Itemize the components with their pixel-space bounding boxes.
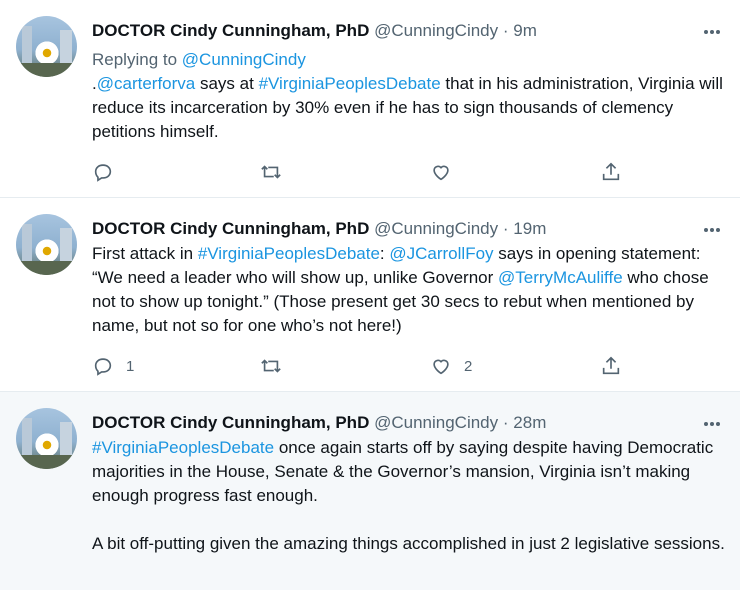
replying-to-label: Replying to — [92, 50, 182, 69]
more-icon[interactable] — [702, 220, 722, 240]
share-button[interactable] — [600, 160, 622, 184]
separator-dot: · — [502, 219, 509, 238]
author-name[interactable]: DOCTOR Cindy Cunningham, PhD — [92, 21, 369, 40]
author-name[interactable]: DOCTOR Cindy Cunningham, PhD — [92, 413, 369, 432]
separator-dot: · — [502, 413, 509, 432]
avatar[interactable] — [16, 16, 77, 77]
more-icon[interactable] — [702, 22, 722, 42]
timestamp[interactable]: 9m — [513, 21, 537, 40]
like-icon — [433, 165, 449, 181]
like-button[interactable]: 2 — [430, 354, 472, 378]
like-button[interactable] — [430, 160, 464, 184]
hashtag-link[interactable]: #VirginiaPeoplesDebate — [92, 438, 274, 457]
reply-button[interactable]: 1 — [92, 354, 134, 378]
tweet-actions: 1 2 — [92, 354, 632, 378]
timestamp[interactable]: 28m — [513, 413, 546, 432]
paragraph: A bit off-putting given the amazing thin… — [92, 534, 725, 553]
tweet-text: #VirginiaPeoplesDebate once again starts… — [92, 436, 732, 556]
reply-button[interactable] — [92, 160, 126, 184]
text-segment: : — [379, 244, 390, 263]
more-icon[interactable] — [702, 414, 722, 434]
text-segment: says at — [195, 74, 259, 93]
tweet-text: Replying to @CunningCindy .@carterforva … — [92, 48, 732, 144]
tweet-header: DOCTOR Cindy Cunningham, PhD @CunningCin… — [92, 20, 710, 42]
like-count: 2 — [464, 357, 473, 375]
share-button[interactable] — [600, 354, 622, 378]
reply-icon — [94, 164, 112, 182]
share-icon — [602, 162, 620, 181]
retweet-icon — [261, 359, 281, 373]
retweet-button[interactable] — [260, 160, 294, 184]
author-handle[interactable]: @CunningCindy — [374, 219, 498, 238]
author-name[interactable]: DOCTOR Cindy Cunningham, PhD — [92, 219, 369, 238]
author-handle[interactable]: @CunningCindy — [374, 413, 498, 432]
mention-link[interactable]: @carterforva — [97, 74, 196, 93]
separator-dot: · — [502, 21, 509, 40]
tweet-header: DOCTOR Cindy Cunningham, PhD @CunningCin… — [92, 412, 710, 434]
tweet[interactable]: DOCTOR Cindy Cunningham, PhD @CunningCin… — [0, 392, 740, 590]
avatar[interactable] — [16, 408, 77, 469]
replying-to: Replying to @CunningCindy — [92, 48, 732, 72]
reply-count: 1 — [126, 357, 135, 375]
hashtag-link[interactable]: #VirginiaPeoplesDebate — [198, 244, 380, 263]
text-segment: First attack in — [92, 244, 198, 263]
reply-icon — [94, 358, 112, 376]
tweet-text: First attack in #VirginiaPeoplesDebate: … — [92, 242, 732, 338]
retweet-button[interactable] — [260, 354, 294, 378]
tweet[interactable]: DOCTOR Cindy Cunningham, PhD @CunningCin… — [0, 0, 740, 198]
paragraph: #VirginiaPeoplesDebate once again starts… — [92, 436, 732, 508]
mention-link[interactable]: @JCarrollFoy — [389, 244, 493, 263]
hashtag-link[interactable]: #VirginiaPeoplesDebate — [259, 74, 441, 93]
reply-to-mention[interactable]: @CunningCindy — [182, 50, 306, 69]
like-icon — [433, 359, 449, 375]
timestamp[interactable]: 19m — [513, 219, 546, 238]
retweet-icon — [261, 165, 281, 179]
mention-link[interactable]: @TerryMcAuliffe — [498, 268, 623, 287]
author-handle[interactable]: @CunningCindy — [374, 21, 498, 40]
avatar[interactable] — [16, 214, 77, 275]
share-icon — [602, 356, 620, 375]
tweet-header: DOCTOR Cindy Cunningham, PhD @CunningCin… — [92, 218, 710, 240]
tweet[interactable]: DOCTOR Cindy Cunningham, PhD @CunningCin… — [0, 198, 740, 392]
tweet-actions — [92, 160, 632, 184]
